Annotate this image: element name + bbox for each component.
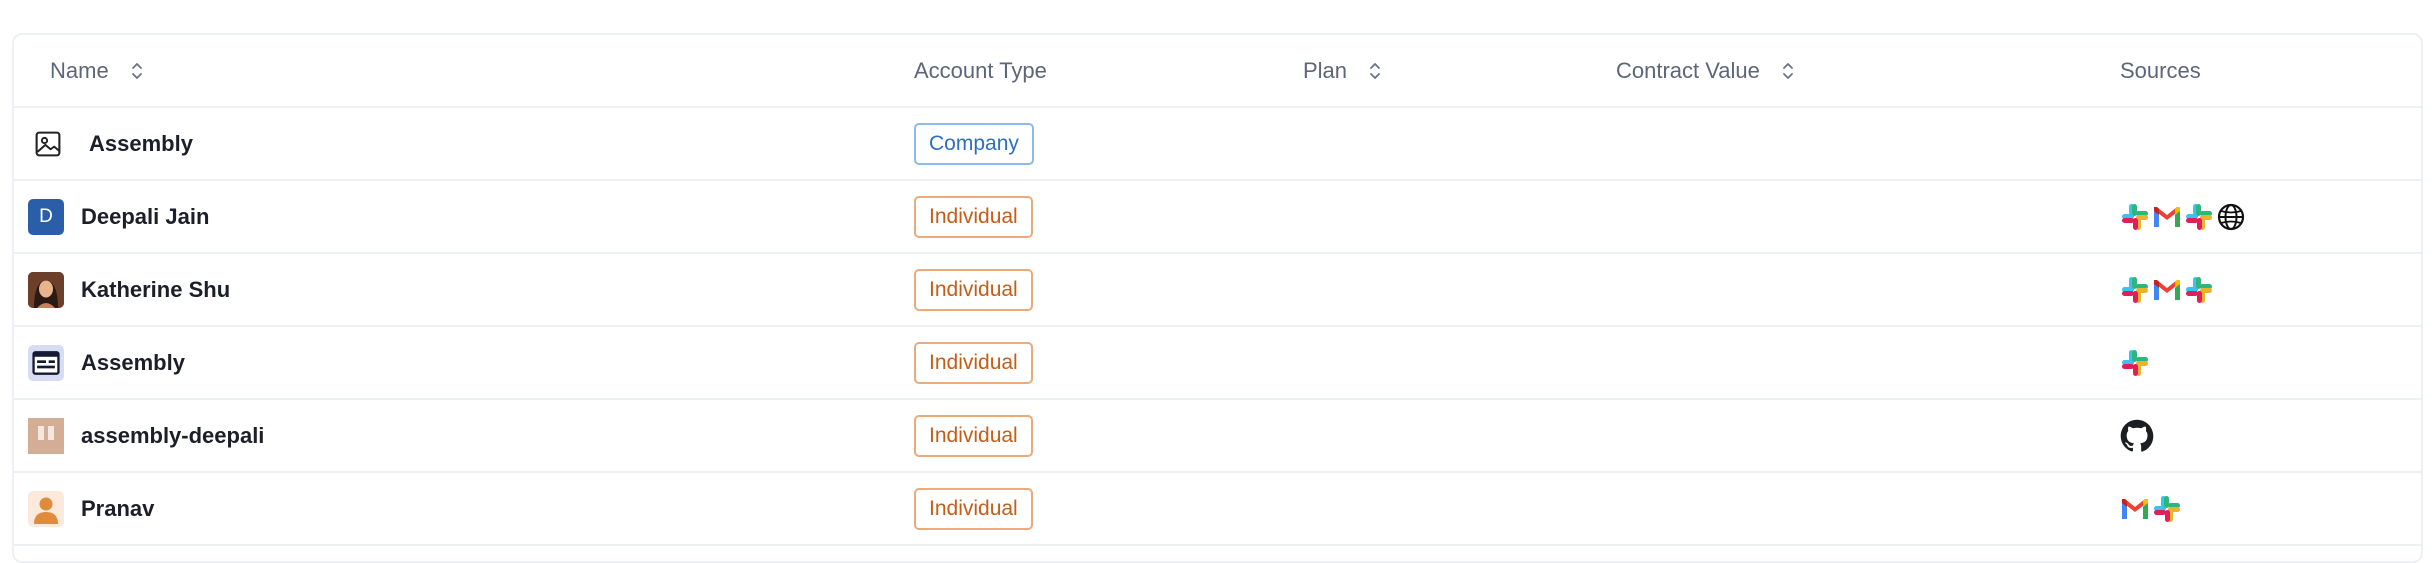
account-name: Pranav bbox=[81, 495, 155, 521]
gmail-icon[interactable] bbox=[2152, 202, 2182, 232]
column-header-contract-value-label: Contract Value bbox=[1616, 57, 1760, 83]
name-cell[interactable]: Pranav bbox=[28, 473, 154, 544]
slack-icon[interactable] bbox=[2184, 202, 2214, 232]
image-placeholder-icon bbox=[32, 128, 64, 160]
sources-cell bbox=[2120, 254, 2214, 325]
name-cell[interactable]: D Deepali Jain bbox=[28, 181, 209, 252]
slack-icon[interactable] bbox=[2152, 494, 2182, 524]
column-header-plan-label: Plan bbox=[1303, 57, 1348, 83]
account-type-badge: Company bbox=[914, 122, 1034, 165]
sort-icon[interactable] bbox=[129, 60, 145, 82]
avatar-initial: D bbox=[39, 205, 53, 227]
sources-cell bbox=[2120, 181, 2246, 252]
name-cell[interactable]: Assembly bbox=[28, 327, 185, 398]
column-header-plan[interactable]: Plan bbox=[1303, 35, 1383, 106]
table-row[interactable]: Assembly Individual bbox=[14, 327, 2421, 400]
sort-icon[interactable] bbox=[1780, 60, 1796, 82]
account-name: Deepali Jain bbox=[81, 203, 210, 229]
account-type-cell: Individual bbox=[914, 181, 1033, 252]
account-type-badge: Individual bbox=[914, 341, 1033, 384]
table-row[interactable]: Assembly Company bbox=[14, 108, 2421, 181]
photo-avatar bbox=[28, 271, 64, 308]
table-row[interactable]: Pranav Individual bbox=[14, 473, 2421, 546]
account-type-cell: Company bbox=[914, 108, 1034, 179]
sources-cell bbox=[2120, 327, 2150, 398]
column-header-sources-label: Sources bbox=[2120, 57, 2201, 83]
account-type-cell: Individual bbox=[914, 327, 1033, 398]
table-row[interactable]: assembly-deepali Individual bbox=[14, 400, 2421, 473]
account-name: Katherine Shu bbox=[81, 276, 231, 302]
name-cell[interactable]: Katherine Shu bbox=[28, 254, 230, 325]
gmail-icon[interactable] bbox=[2120, 494, 2150, 524]
person-avatar bbox=[28, 490, 64, 527]
slack-icon[interactable] bbox=[2120, 202, 2150, 232]
account-type-badge: Individual bbox=[914, 487, 1033, 530]
name-cell[interactable]: assembly-deepali bbox=[28, 400, 264, 471]
column-header-contract-value[interactable]: Contract Value bbox=[1616, 35, 1796, 106]
gmail-icon[interactable] bbox=[2152, 275, 2182, 305]
account-type-badge: Individual bbox=[914, 414, 1033, 457]
sources-cell bbox=[2120, 473, 2182, 544]
account-name: Assembly bbox=[81, 349, 185, 375]
slack-icon[interactable] bbox=[2120, 275, 2150, 305]
account-name: Assembly bbox=[89, 130, 193, 156]
table-row[interactable]: Katherine Shu Individual bbox=[14, 254, 2421, 327]
slack-icon[interactable] bbox=[2120, 348, 2150, 378]
account-name: assembly-deepali bbox=[81, 422, 265, 448]
board-avatar bbox=[28, 417, 64, 454]
column-header-sources: Sources bbox=[2120, 35, 2201, 106]
account-type-cell: Individual bbox=[914, 473, 1033, 544]
accounts-table: Name Account Type Plan Contract Value So… bbox=[12, 33, 2423, 563]
account-type-badge: Individual bbox=[914, 195, 1033, 238]
column-header-name-label: Name bbox=[50, 57, 109, 83]
initial-avatar: D bbox=[28, 198, 64, 235]
globe-icon[interactable] bbox=[2216, 202, 2246, 232]
sources-cell bbox=[2120, 400, 2154, 471]
account-type-cell: Individual bbox=[914, 400, 1033, 471]
account-type-badge: Individual bbox=[914, 268, 1033, 311]
sort-icon[interactable] bbox=[1367, 60, 1383, 82]
github-icon[interactable] bbox=[2120, 419, 2154, 453]
column-header-account-type[interactable]: Account Type bbox=[914, 35, 1047, 106]
column-header-account-type-label: Account Type bbox=[914, 57, 1047, 83]
account-type-cell: Individual bbox=[914, 254, 1033, 325]
slack-icon[interactable] bbox=[2184, 275, 2214, 305]
column-header-name[interactable]: Name bbox=[50, 35, 145, 106]
name-cell[interactable]: Assembly bbox=[28, 108, 193, 179]
table-header-row: Name Account Type Plan Contract Value So… bbox=[14, 35, 2421, 108]
table-row[interactable]: D Deepali Jain Individual bbox=[14, 181, 2421, 254]
app-window-avatar bbox=[28, 344, 64, 381]
